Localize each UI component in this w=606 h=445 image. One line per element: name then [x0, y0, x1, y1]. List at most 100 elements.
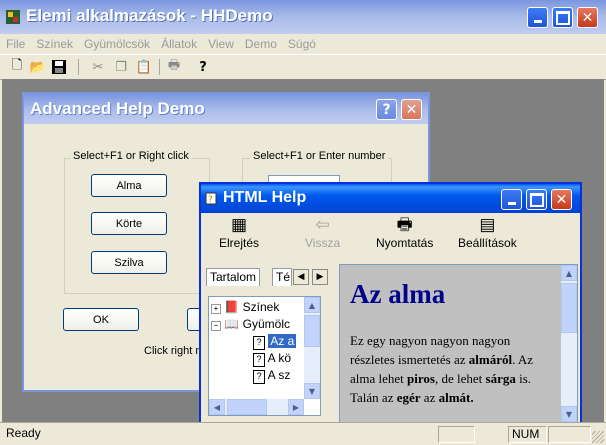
tree-hscrollbar[interactable]: ◀ ▶ [209, 399, 304, 415]
group-enter-number-label: Select+F1 or Enter number [250, 150, 389, 162]
maximize-icon [555, 10, 570, 25]
tab-contents[interactable]: Tartalom [206, 268, 261, 286]
page-icon: ? [253, 353, 265, 367]
maximize-icon [529, 192, 544, 207]
page-icon: ? [253, 336, 265, 350]
topic-heading: Az alma [350, 279, 446, 309]
para-bold-sarga: sárga [485, 371, 516, 386]
back-icon: ⇦ [315, 215, 330, 234]
tree-item-fruits[interactable]: − 📖 Gyümölc [211, 316, 290, 333]
tree-item-pear[interactable]: ? A kö [253, 350, 291, 367]
status-num-panel: NUM [508, 426, 547, 443]
content-vscrollbar[interactable]: ▲ ▼ [561, 265, 577, 422]
print-button[interactable]: 🖶 Nyomtatás [376, 214, 433, 258]
para-text-3: , de lehet [434, 371, 486, 386]
menu-view[interactable]: View [202, 34, 239, 51]
hide-button[interactable]: ▦ Elrejtés [219, 214, 259, 258]
back-label: Vissza [305, 236, 341, 250]
korte-button[interactable]: Körte [91, 212, 167, 235]
para-bold-almat: almát. [438, 390, 474, 405]
dialog-help-button[interactable]: ? [376, 99, 397, 120]
tree-vscrollbar[interactable]: ▲ ▼ [304, 297, 320, 399]
tree-item-colors[interactable]: + 📕 Színek [211, 299, 279, 316]
tab-scroll-left[interactable]: ◀ [293, 269, 309, 285]
help-icon[interactable]: ? [194, 58, 212, 76]
print-label: Nyomtatás [376, 236, 434, 250]
help-titlebar[interactable]: ? HTML Help ✕ [201, 184, 580, 213]
topic-content: Az alma Ez egy nagyon nagyon nagyon rész… [339, 264, 578, 423]
html-help-window: ? HTML Help ✕ ▦ Elrejtés ⇦ Vissza 🖶 Nyom… [199, 182, 582, 425]
scroll-thumb[interactable] [227, 399, 267, 415]
page-icon: ? [253, 370, 265, 384]
para-bold-eger: egér [396, 390, 421, 405]
ok-button[interactable]: OK [63, 308, 139, 331]
app-icon [5, 9, 21, 25]
back-button[interactable]: ⇦ Vissza [305, 214, 340, 258]
minimize-button[interactable] [527, 7, 548, 28]
tree-label-pear: A kö [267, 351, 292, 365]
close-icon: ✕ [405, 101, 418, 118]
minimize-icon [507, 202, 516, 205]
help-maximize-button[interactable] [526, 189, 547, 210]
szilva-button[interactable]: Szilva [91, 251, 167, 274]
app-title: Elemi alkalmazások - HHDemo [26, 6, 273, 25]
print-icon[interactable]: 🖶 [165, 58, 183, 76]
tree-label-colors: Színek [242, 300, 280, 314]
minimize-icon [533, 20, 542, 23]
main-titlebar[interactable]: Elemi alkalmazások - HHDemo ✕ [0, 0, 606, 34]
scroll-down-icon[interactable]: ▼ [561, 406, 577, 422]
scroll-up-icon[interactable]: ▲ [561, 265, 577, 281]
tree-label-plum: A sz [267, 368, 291, 382]
scroll-left-icon[interactable]: ◀ [209, 399, 225, 415]
options-button[interactable]: ▤ Beállítások [458, 214, 517, 258]
menu-demo[interactable]: Demo [239, 34, 282, 51]
open-icon[interactable]: 📂 [29, 58, 47, 76]
save-icon[interactable] [50, 58, 68, 76]
alma-button[interactable]: Alma [91, 174, 167, 197]
menu-animals[interactable]: Állatok [155, 34, 202, 51]
paste-icon[interactable]: 📋 [135, 58, 153, 76]
tree-item-apple[interactable]: ? Az a [253, 333, 297, 350]
help-minimize-button[interactable] [501, 189, 522, 210]
scroll-thumb[interactable] [561, 283, 577, 333]
resize-grip-icon[interactable] [592, 431, 604, 443]
cut-icon[interactable]: ✂ [89, 58, 107, 76]
copy-icon[interactable]: ❐ [112, 58, 130, 76]
hide-icon: ▦ [230, 215, 248, 234]
status-scroll-panel [548, 426, 591, 443]
help-app-icon: ? [205, 191, 219, 205]
group-select-f1-label: Select+F1 or Right click [70, 150, 192, 162]
menu-colors[interactable]: Színek [30, 34, 78, 51]
topic-paragraph: Ez egy nagyon nagyon nagyon részletes is… [350, 331, 550, 407]
print-icon: 🖶 [396, 215, 413, 234]
expand-icon[interactable]: + [211, 304, 221, 314]
hint-text: Click right m [144, 345, 205, 357]
menu-fruits[interactable]: Gyümölcsök [78, 34, 155, 51]
help-close-button[interactable]: ✕ [551, 189, 572, 210]
tree-item-plum[interactable]: ? A sz [253, 367, 290, 384]
toolbar: 🗋 📂 ✂ ❐ 📋 🖶 ? [0, 54, 606, 80]
scroll-down-icon[interactable]: ▼ [304, 383, 320, 399]
collapse-icon[interactable]: − [211, 321, 221, 331]
dialog-close-button[interactable]: ✕ [401, 99, 422, 120]
maximize-button[interactable] [552, 7, 573, 28]
dialog-titlebar[interactable]: Advanced Help Demo ? ✕ [24, 94, 428, 124]
new-icon[interactable]: 🗋 [8, 58, 26, 76]
close-button[interactable]: ✕ [577, 7, 598, 28]
contents-tree[interactable]: + 📕 Színek − 📖 Gyümölc ? Az a ? A kö ? A… [208, 296, 321, 416]
toolbar-separator [159, 59, 160, 75]
toolbar-separator [78, 59, 79, 75]
status-caps-panel [438, 426, 475, 443]
book-icon: 📕 [224, 300, 240, 314]
scroll-right-icon[interactable]: ▶ [288, 399, 304, 415]
scroll-up-icon[interactable]: ▲ [304, 297, 320, 313]
scroll-thumb[interactable] [304, 315, 320, 347]
options-icon: ▤ [479, 215, 496, 234]
menu-help[interactable]: Súgó [282, 34, 321, 51]
tab-index[interactable]: Té [272, 268, 292, 286]
menu-file[interactable]: File [0, 34, 30, 51]
para-text-5: az [420, 390, 439, 405]
help-title: HTML Help [223, 189, 307, 206]
status-bar: Ready NUM [0, 422, 606, 445]
tab-scroll-right[interactable]: ▶ [312, 269, 328, 285]
